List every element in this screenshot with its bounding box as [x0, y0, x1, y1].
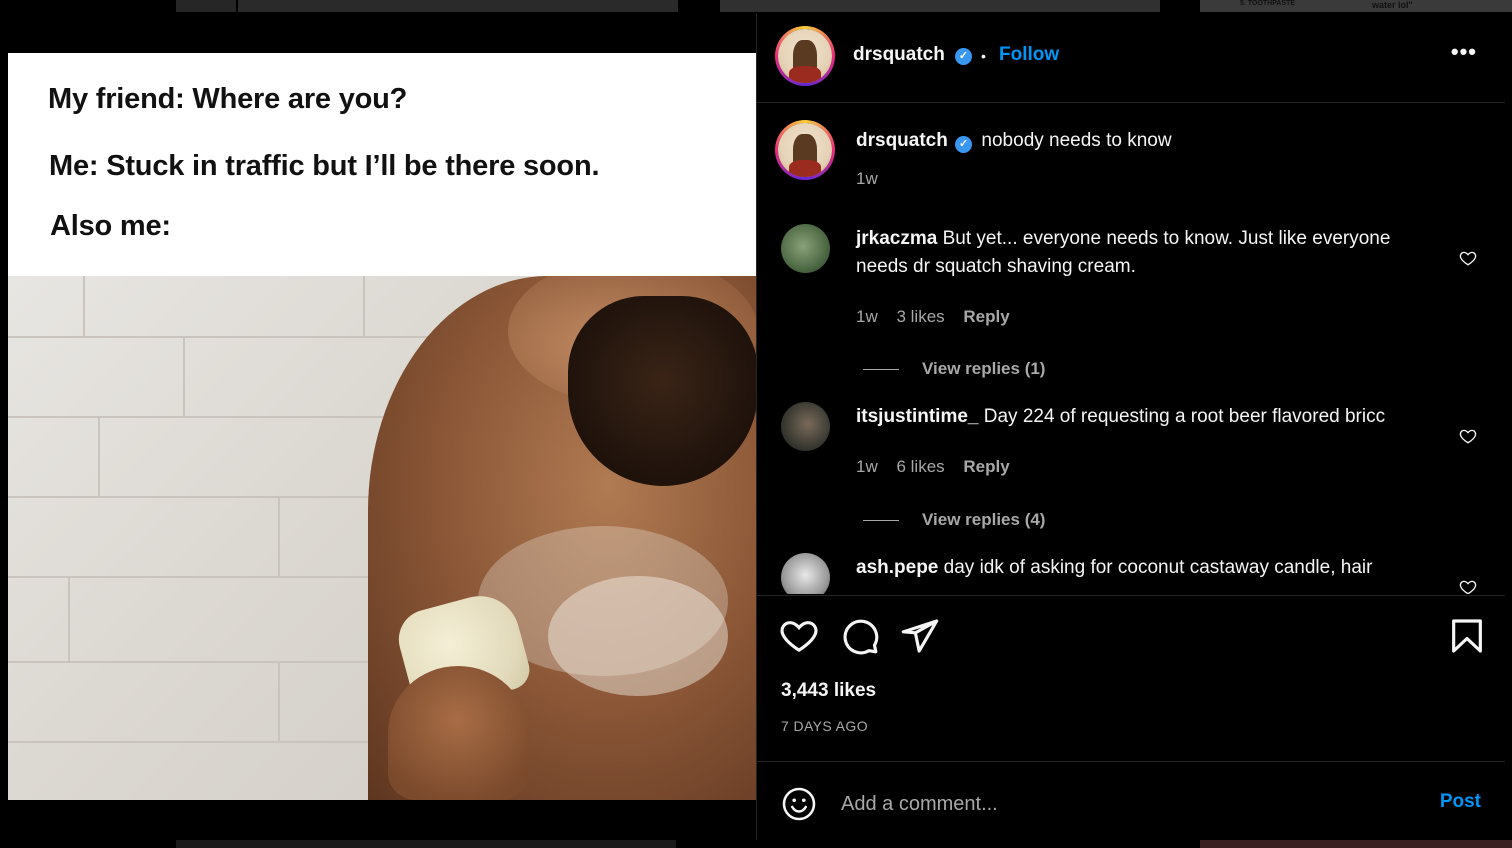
post-details-panel: drsquatch ✓ • Follow ••• drsquatch ✓ nob…: [756, 13, 1505, 840]
smiley-icon[interactable]: [781, 786, 817, 822]
caption-time: 1w: [856, 169, 892, 189]
caption-username[interactable]: drsquatch: [856, 130, 948, 151]
view-replies-button[interactable]: View replies (1): [863, 359, 1045, 379]
bigfoot-avatar-icon: [778, 29, 832, 83]
bookmark-icon[interactable]: [1447, 616, 1487, 656]
comment-icon[interactable]: [840, 616, 880, 656]
view-replies-label: View replies (1): [922, 359, 1046, 378]
avatar[interactable]: [781, 402, 830, 451]
add-comment-bar: Post: [757, 761, 1505, 840]
comment-input[interactable]: [841, 788, 1401, 820]
meme-caption-panel: My friend: Where are you? Me: Stuck in t…: [8, 53, 756, 276]
bigfoot-avatar-icon: [778, 123, 832, 177]
header-username[interactable]: drsquatch: [853, 44, 945, 66]
view-replies-button[interactable]: View replies (4): [863, 510, 1045, 530]
meme-line: Also me:: [50, 210, 171, 242]
comment-username[interactable]: jrkaczma: [856, 228, 937, 249]
post-header: drsquatch ✓ • Follow •••: [757, 13, 1505, 103]
comment-body: Day 224 of requesting a root beer flavor…: [983, 406, 1386, 427]
heart-icon[interactable]: [779, 616, 819, 656]
comment-username[interactable]: itsjustintime_: [856, 406, 978, 427]
comment-body: But yet... everyone needs to know. Just …: [856, 228, 1391, 277]
heart-icon[interactable]: [1459, 427, 1477, 445]
timestamp[interactable]: 1w: [856, 169, 878, 188]
comment-meta: 1w 6 likes Reply: [856, 457, 1024, 477]
comment-meta: 1w 3 likes Reply: [856, 307, 1024, 327]
separator-dot: •: [981, 48, 986, 64]
person-hand: [388, 666, 528, 800]
post-date[interactable]: 7 DAYS AGO: [781, 718, 868, 734]
comments-list[interactable]: drsquatch ✓ nobody needs to know 1w jrka…: [757, 104, 1505, 594]
list-item: jrkaczma But yet... everyone needs to kn…: [856, 225, 1446, 281]
paper-plane-icon[interactable]: [900, 616, 940, 656]
instagram-post-modal: 5. TOOTHPASTE water lol" My friend: Wher…: [0, 0, 1512, 848]
caption-body: nobody needs to know: [981, 130, 1172, 151]
post-button[interactable]: Post: [1440, 791, 1481, 813]
list-item: itsjustintime_ Day 224 of requesting a r…: [856, 403, 1446, 431]
background-thumbnail[interactable]: [176, 840, 676, 848]
divider-line: [863, 520, 899, 522]
divider-line: [863, 369, 899, 371]
avatar[interactable]: [781, 224, 830, 273]
timestamp[interactable]: 1w: [856, 307, 878, 326]
timestamp[interactable]: 1w: [856, 457, 878, 476]
avatar[interactable]: [781, 553, 830, 594]
meme-line: Me: Stuck in traffic but I’ll be there s…: [49, 150, 600, 182]
post-photo: [8, 276, 756, 800]
verified-badge-icon: ✓: [955, 48, 972, 65]
more-options-icon[interactable]: •••: [1451, 39, 1477, 65]
avatar[interactable]: [775, 120, 835, 180]
heart-icon[interactable]: [1459, 578, 1477, 594]
comment-likes[interactable]: 3 likes: [896, 307, 944, 326]
background-thumbnail-text: 5. TOOTHPASTE: [1240, 0, 1295, 7]
comment-body: day idk of asking for coconut castaway c…: [943, 557, 1373, 578]
verified-badge-icon: ✓: [955, 136, 973, 153]
reply-button[interactable]: Reply: [963, 457, 1009, 476]
follow-button[interactable]: Follow: [999, 44, 1059, 66]
list-item: ash.pepe day idk of asking for coconut c…: [856, 554, 1446, 582]
background-thumbnail-text: water lol": [1372, 0, 1413, 10]
avatar[interactable]: [775, 26, 835, 86]
background-thumbnail[interactable]: [238, 0, 678, 12]
background-thumbnail[interactable]: [1200, 840, 1512, 848]
post-media[interactable]: My friend: Where are you? Me: Stuck in t…: [8, 53, 756, 800]
background-thumbnail[interactable]: 5. TOOTHPASTE water lol": [1200, 0, 1512, 12]
background-thumbnail[interactable]: [720, 0, 1160, 12]
meme-line: My friend: Where are you?: [48, 83, 408, 115]
comment-likes[interactable]: 6 likes: [896, 457, 944, 476]
reply-button[interactable]: Reply: [963, 307, 1009, 326]
likes-count[interactable]: 3,443 likes: [781, 680, 876, 702]
comment-username[interactable]: ash.pepe: [856, 557, 938, 578]
person-beard: [568, 296, 756, 486]
heart-icon[interactable]: [1459, 249, 1477, 267]
caption-text: drsquatch ✓ nobody needs to know: [856, 127, 1172, 155]
background-thumbnail[interactable]: [176, 0, 236, 12]
view-replies-label: View replies (4): [922, 510, 1046, 529]
post-actions: 3,443 likes 7 DAYS AGO: [757, 595, 1505, 763]
